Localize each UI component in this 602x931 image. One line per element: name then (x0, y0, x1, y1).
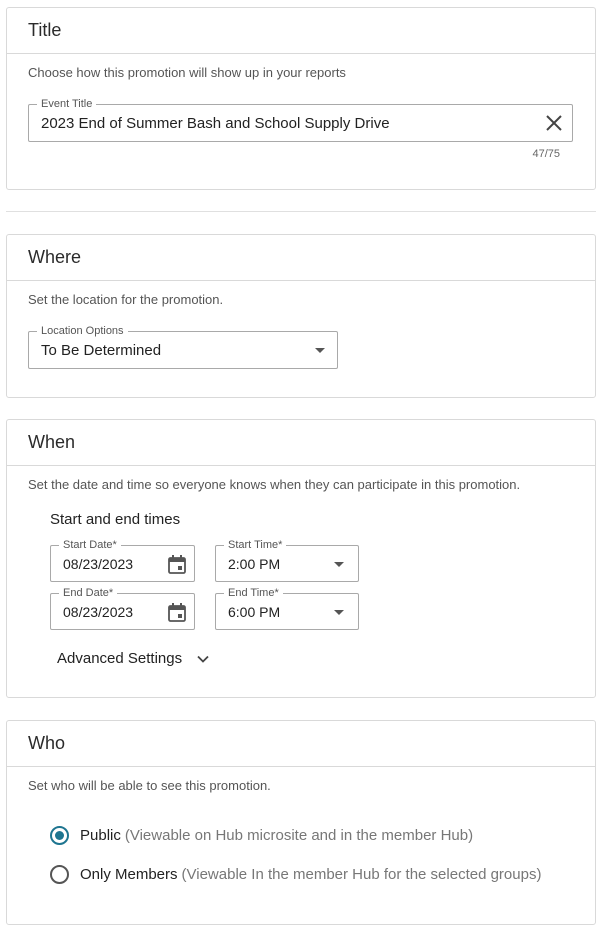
advanced-settings-toggle[interactable]: Advanced Settings (57, 650, 210, 667)
radio-option-public-detail: (Viewable on Hub microsite and in the me… (124, 827, 474, 844)
start-end-times-heading: Start and end times (50, 511, 181, 528)
who-card-description: Set who will be able to see this promoti… (28, 778, 271, 793)
where-card-heading: Where (7, 235, 595, 281)
calendar-icon[interactable] (168, 603, 186, 622)
calendar-icon[interactable] (168, 555, 186, 574)
radio-option-only-members-detail: (Viewable In the member Hub for the sele… (181, 866, 542, 883)
radio-option-public-label: Public (80, 827, 121, 844)
event-title-value[interactable]: 2023 End of Summer Bash and School Suppl… (41, 115, 390, 132)
who-card-heading: Who (7, 721, 595, 767)
end-date-label: End Date* (59, 586, 118, 600)
where-card-description: Set the location for the promotion. (28, 292, 224, 307)
when-card: When Set the date and time so everyone k… (6, 419, 596, 698)
close-icon[interactable] (544, 113, 564, 133)
title-card: Title Choose how this promotion will sho… (6, 7, 596, 190)
caret-down-icon (315, 348, 325, 353)
event-title-field[interactable]: Event Title 2023 End of Summer Bash and … (28, 97, 573, 142)
chevron-down-icon (196, 652, 210, 666)
location-options-label: Location Options (37, 324, 128, 338)
title-card-heading: Title (7, 8, 595, 54)
caret-down-icon (334, 562, 344, 567)
start-date-label: Start Date* (59, 538, 121, 552)
event-title-char-counter: 47/75 (532, 148, 560, 160)
end-time-value: 6:00 PM (228, 604, 281, 620)
title-card-description: Choose how this promotion will show up i… (28, 65, 346, 80)
radio-option-only-members[interactable]: Only Members (Viewable In the member Hub… (50, 865, 541, 884)
section-divider (6, 211, 596, 212)
radio-option-public[interactable]: Public (Viewable on Hub microsite and in… (50, 826, 473, 845)
radio-option-only-members-label: Only Members (80, 866, 178, 883)
where-card: Where Set the location for the promotion… (6, 234, 596, 398)
radio-button-public[interactable] (50, 826, 69, 845)
radio-button-only-members[interactable] (50, 865, 69, 884)
when-card-heading: When (7, 420, 595, 466)
caret-down-icon (334, 610, 344, 615)
start-time-value: 2:00 PM (228, 556, 281, 572)
end-date-field[interactable]: End Date* 08/23/2023 (50, 586, 195, 630)
start-date-value[interactable]: 08/23/2023 (63, 556, 133, 572)
start-time-label: Start Time* (224, 538, 287, 552)
event-title-label: Event Title (37, 97, 97, 111)
when-card-description: Set the date and time so everyone knows … (28, 477, 521, 492)
who-card: Who Set who will be able to see this pro… (6, 720, 596, 925)
end-date-value[interactable]: 08/23/2023 (63, 604, 133, 620)
end-time-select[interactable]: End Time* 6:00 PM (215, 586, 359, 630)
advanced-settings-label: Advanced Settings (57, 650, 183, 667)
start-time-select[interactable]: Start Time* 2:00 PM (215, 538, 359, 582)
location-options-select[interactable]: Location Options To Be Determined (28, 324, 338, 369)
start-date-field[interactable]: Start Date* 08/23/2023 (50, 538, 195, 582)
end-time-label: End Time* (224, 586, 283, 600)
location-options-value: To Be Determined (41, 342, 162, 359)
